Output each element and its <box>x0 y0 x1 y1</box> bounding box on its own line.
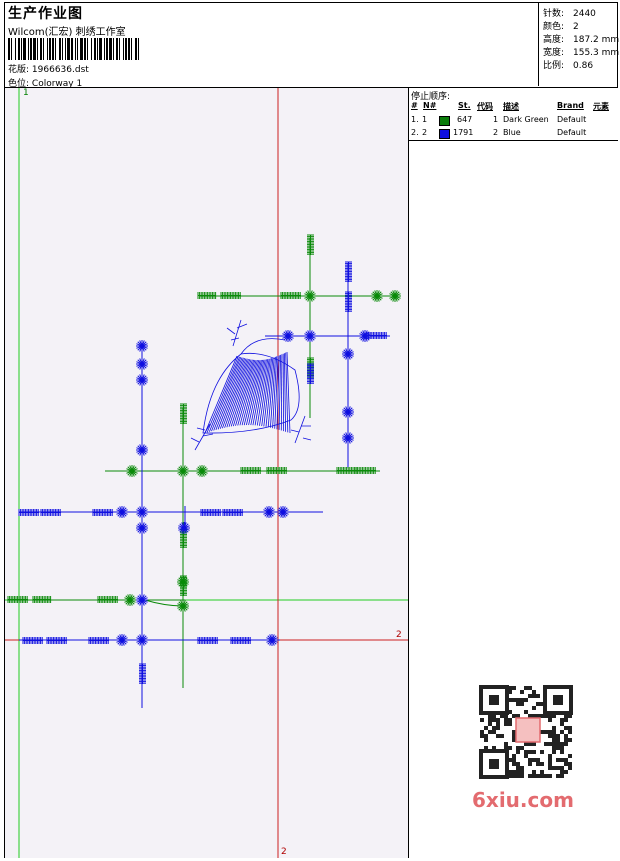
stitch-satin-mark <box>345 261 352 282</box>
stitch-satin-mark <box>222 509 243 516</box>
table-row[interactable]: 1. 1 647 1 Dark Green Default <box>409 115 618 128</box>
stat-height: 高度: 187.2 mm <box>543 35 620 45</box>
col-desc: 描述 <box>503 102 519 111</box>
stitch-satin-mark <box>197 637 218 644</box>
header-info: 生产作业图 Wilcom(汇宏) 刺绣工作室 花版: 1966636.dst 色… <box>6 3 536 89</box>
stitch-satin-mark <box>266 467 287 474</box>
stat-colors: 颜色: 2 <box>543 22 579 32</box>
stitch-star-mark <box>126 465 138 477</box>
stat-width: 宽度: 155.3 mm <box>543 48 620 58</box>
qr-code-image <box>472 682 584 782</box>
stitch-star-mark <box>342 432 354 444</box>
stitch-satin-mark <box>7 596 28 603</box>
stitch-satin-mark <box>307 363 314 384</box>
stitch-star-mark <box>136 594 148 606</box>
stitch-star-mark <box>178 522 190 534</box>
stitch-star-mark <box>136 522 148 534</box>
stitch-star-mark <box>177 600 189 612</box>
stitch-satin-mark <box>240 467 261 474</box>
stitch-star-mark <box>177 576 189 588</box>
mushroom-motif <box>190 319 312 451</box>
design-value: 1966636.dst <box>31 65 89 75</box>
stats-panel: 针数: 2440 颜色: 2 高度: 187.2 mm 宽度: 155.3 mm 比例:… <box>538 2 619 86</box>
stitch-star-mark <box>136 506 148 518</box>
page-title: 生产作业图 <box>8 6 83 22</box>
stitch-satin-mark <box>139 663 146 684</box>
stitch-star-mark <box>359 330 371 342</box>
stitch-star-mark <box>136 634 148 646</box>
design-label: 花版: <box>8 65 30 75</box>
stitch-star-mark <box>124 594 136 606</box>
stitch-satin-mark <box>220 292 241 299</box>
color-swatch <box>439 116 450 126</box>
col-code: 代码 <box>477 102 493 111</box>
stitch-satin-mark <box>92 509 113 516</box>
stitch-satin-mark <box>22 637 43 644</box>
stat-scale: 比例: 0.86 <box>543 61 594 71</box>
design-line: 花版: 1966636.dst <box>8 62 89 75</box>
stitch-star-mark <box>177 465 189 477</box>
stitch-star-mark <box>266 634 278 646</box>
stitch-satin-mark <box>40 509 61 516</box>
stitch-satin-mark <box>355 467 376 474</box>
stitch-star-mark <box>304 290 316 302</box>
barcode-image <box>8 38 139 60</box>
stitch-star-mark <box>304 330 316 342</box>
stitch-star-mark <box>277 506 289 518</box>
stitch-satin-mark <box>307 234 314 255</box>
red-h-axis-label: 2 <box>396 630 402 640</box>
stitch-satin-mark <box>46 637 67 644</box>
stitch-star-mark <box>342 348 354 360</box>
stitch-satin-mark <box>336 467 357 474</box>
stitch-star-mark <box>116 506 128 518</box>
stitch-star-mark <box>342 406 354 418</box>
table-divider <box>409 140 618 141</box>
stitch-star-mark <box>136 340 148 352</box>
watermark-logo: 6xiu.com <box>472 788 574 812</box>
stitch-star-mark <box>371 290 383 302</box>
stitch-satin-mark <box>230 637 251 644</box>
stitch-star-mark <box>196 465 208 477</box>
stitch-preview <box>5 88 408 858</box>
red-v-axis-label: 2 <box>281 847 287 857</box>
stitch-satin-mark <box>180 403 187 424</box>
stitch-satin-mark <box>32 596 52 603</box>
stitch-satin-mark <box>345 291 352 312</box>
stitch-satin-mark <box>97 596 118 603</box>
green-run-lines <box>7 238 395 688</box>
design-canvas[interactable]: 1 2 2 <box>5 88 409 858</box>
stitch-satin-mark <box>197 292 217 299</box>
studio-subtitle: Wilcom(汇宏) 刺绣工作室 <box>8 27 126 38</box>
green-axis-label: 1 <box>23 88 29 98</box>
stitch-satin-mark <box>280 292 301 299</box>
stitch-star-mark <box>116 634 128 646</box>
stitch-satin-mark <box>18 509 39 516</box>
col-num: # <box>411 101 418 110</box>
col-brand: Brand <box>557 101 584 110</box>
stitch-star-mark <box>136 358 148 370</box>
stat-stitches: 针数: 2440 <box>543 9 596 19</box>
stitch-star-mark <box>263 506 275 518</box>
stitch-star-mark <box>136 444 148 456</box>
stitch-satin-mark <box>200 509 221 516</box>
stitch-star-mark <box>389 290 401 302</box>
stitch-star-mark <box>136 374 148 386</box>
color-swatch <box>439 129 450 139</box>
stitch-star-mark <box>282 330 294 342</box>
col-st: St. <box>458 101 471 110</box>
stitch-satin-mark <box>88 637 109 644</box>
col-no: N# <box>423 101 437 110</box>
col-element: 元素 <box>593 102 609 111</box>
